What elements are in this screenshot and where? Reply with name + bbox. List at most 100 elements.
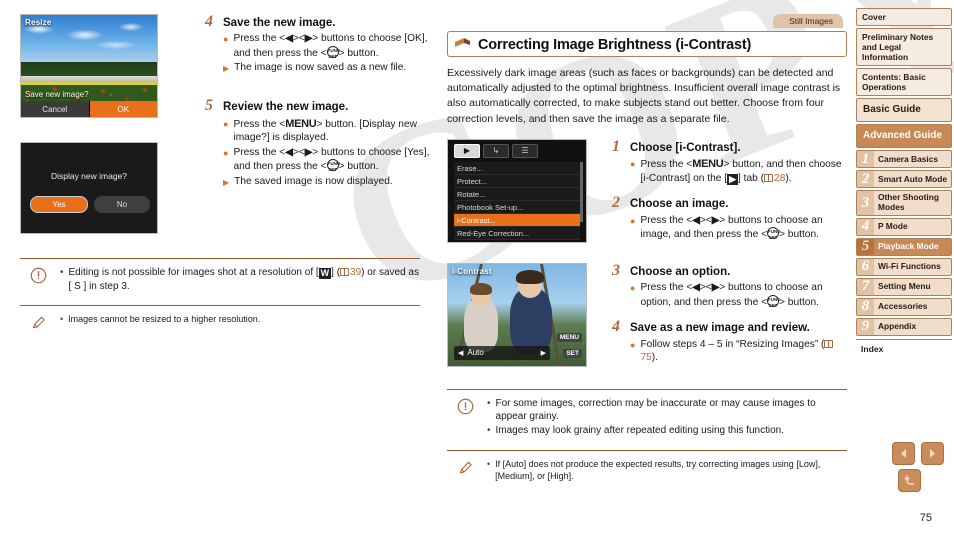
- sidebar-chapter-other-shooting-modes[interactable]: 3 Other Shooting Modes: [856, 190, 952, 216]
- lcd-yes-button[interactable]: Yes: [30, 196, 88, 213]
- sidebar-chapter-p-mode[interactable]: 4 P Mode: [856, 217, 952, 236]
- bullet-dot-icon: ●: [630, 159, 636, 170]
- step-bullet: ● Follow steps 4 – 5 in “Resizing Images…: [630, 338, 847, 365]
- next-page-button[interactable]: [921, 442, 944, 465]
- exclamation-icon: [30, 266, 50, 293]
- sidebar-chapter-camera-basics[interactable]: 1 Camera Basics: [856, 150, 952, 169]
- page-ref-icon: [764, 173, 774, 182]
- step-number: 4: [612, 318, 620, 336]
- menu-item-list: Erase... Protect... Rotate... Photobook …: [454, 161, 580, 240]
- bullet-text: Follow steps 4 – 5 in “Resizing Images” …: [640, 338, 847, 365]
- step-title: Save as a new image and review.: [630, 322, 810, 335]
- step-number: 4: [205, 13, 213, 30]
- lcd-cancel-button[interactable]: Cancel: [21, 101, 90, 117]
- page-ref[interactable]: 39: [350, 267, 361, 278]
- sidebar-chapter-setting-menu[interactable]: 7 Setting Menu: [856, 277, 952, 296]
- menu-tab-playback[interactable]: ▶: [454, 143, 480, 158]
- step-bullet: ● Press the <MENU> button, and then choo…: [630, 157, 847, 185]
- chapter-label: Playback Mode: [878, 240, 939, 251]
- chapter-label: Accessories: [878, 300, 928, 311]
- bullet-dot-icon: ●: [223, 34, 229, 45]
- note-text: For some images, correction may be inacc…: [495, 397, 816, 423]
- step-bullet: ▶ The image is now saved as a new file.: [223, 61, 435, 76]
- chapter-number: 5: [857, 238, 874, 255]
- photo-child-left: [464, 297, 498, 352]
- chapter-number: 2: [857, 171, 874, 188]
- chapter-number: 9: [857, 318, 874, 335]
- sidebar-item-contents[interactable]: Contents: Basic Operations: [856, 68, 952, 97]
- page-title: Correcting Image Brightness (i-Contrast): [478, 37, 752, 53]
- note-line: • If [Auto] does not produce the expecte…: [487, 458, 847, 483]
- note-line: • Images cannot be resized to a higher r…: [60, 313, 420, 326]
- bullet-text: Press the <MENU> button. [Display new im…: [233, 117, 417, 144]
- menu-item-photobook-setup[interactable]: Photobook Set-up...: [454, 200, 580, 214]
- sidebar-chapter-appendix[interactable]: 9 Appendix: [856, 317, 952, 336]
- sidebar-item-basic-guide[interactable]: Basic Guide: [856, 98, 952, 123]
- lcd-button-row: Cancel OK: [21, 101, 157, 117]
- bullet-dot-icon: ●: [630, 339, 636, 350]
- note-line: • Images may look grainy after repeated …: [487, 424, 847, 438]
- pencil-icon: [30, 313, 50, 336]
- bullet-text: Press the <◀><▶> buttons to choose an im…: [640, 214, 823, 241]
- lcd-option-value: Auto: [467, 348, 484, 358]
- step-bullet: ● Press the <◀><▶> buttons to choose an …: [630, 214, 847, 242]
- page-ref[interactable]: 75: [640, 352, 651, 363]
- step-5: 5 Review the new image. ● Press the <MEN…: [205, 98, 435, 189]
- bullet-text: Press the <◀><▶> buttons to choose [OK],…: [233, 33, 428, 59]
- back-button[interactable]: [897, 469, 921, 492]
- caution-note: • Editing is not possible for images sho…: [20, 259, 420, 299]
- menu-item-rotate[interactable]: Rotate...: [454, 187, 580, 201]
- menu-item-i-contrast[interactable]: i-Contrast...: [454, 213, 580, 227]
- step-4: 4 Save the new image. ● Press the <◀><▶>…: [205, 14, 435, 76]
- bullet-dot-icon: ●: [630, 283, 636, 294]
- bullet-text: Press the <◀><▶> buttons to choose [Yes]…: [233, 146, 430, 173]
- func-set-icon: FUNC SET: [326, 45, 341, 59]
- right-steps-1: 1 Choose [i-Contrast]. ● Press the <MENU…: [612, 138, 847, 248]
- lcd-set-hint: SET: [563, 348, 582, 358]
- page-navigation: [874, 442, 944, 492]
- page-ref-icon: [824, 339, 834, 348]
- right-block-1: ▶ ↳ ☰ Erase... Protect... Rotate... Phot…: [447, 138, 847, 259]
- lcd-no-button[interactable]: No: [94, 196, 150, 213]
- bullet-text: The image is now saved as a new file.: [234, 62, 407, 74]
- page-ref[interactable]: 28: [774, 173, 785, 184]
- section-intro-text: Excessively dark image areas (such as fa…: [447, 67, 841, 125]
- left-arrow-icon[interactable]: ◀: [454, 349, 467, 357]
- bullet-triangle-icon: ▶: [223, 177, 230, 187]
- menu-item-red-eye-correction[interactable]: Red-Eye Correction...: [454, 226, 580, 240]
- exclamation-icon: [457, 397, 477, 438]
- sidebar-item-advanced-guide[interactable]: Advanced Guide: [856, 124, 952, 149]
- step-bullet: ▶ The saved image is now displayed.: [223, 175, 435, 190]
- still-images-tag: Still Images: [773, 14, 843, 28]
- lcd-ok-button[interactable]: OK: [89, 101, 157, 117]
- sidebar-chapter-smart-auto-mode[interactable]: 2 Smart Auto Mode: [856, 170, 952, 189]
- sidebar-chapter-playback-mode[interactable]: 5 Playback Mode: [856, 237, 952, 256]
- screenshot-i-contrast: i-Contrast ◀ Auto ▶ MENU SET: [447, 262, 587, 367]
- func-set-icon: FUNC SET: [767, 294, 781, 308]
- chapter-label: Other Shooting Modes: [878, 192, 939, 213]
- sidebar-chapter-wifi-functions[interactable]: 6 Wi-Fi Functions: [856, 257, 952, 276]
- lcd-menu-hint: MENU: [556, 332, 582, 342]
- step-number: 5: [205, 97, 213, 115]
- menu-item-protect[interactable]: Protect...: [454, 174, 580, 188]
- menu-tab-print[interactable]: ↳: [483, 143, 509, 158]
- sidebar-item-preliminary-notes[interactable]: Preliminary Notes and Legal Information: [856, 28, 952, 67]
- lcd-option-selector[interactable]: ◀ Auto ▶: [454, 345, 550, 360]
- sidebar-item-index[interactable]: Index: [856, 338, 952, 357]
- chapter-number: 1: [857, 151, 874, 168]
- tip-note: • Images cannot be resized to a higher r…: [20, 306, 420, 342]
- previous-page-button[interactable]: [892, 442, 915, 465]
- bullet-triangle-icon: ▶: [223, 64, 230, 74]
- menu-scrollbar[interactable]: [580, 161, 583, 222]
- sidebar-chapter-accessories[interactable]: 8 Accessories: [856, 297, 952, 316]
- photo-child-hair: [516, 269, 544, 284]
- note-line: • For some images, correction may be ina…: [487, 397, 847, 424]
- menu-tab-settings[interactable]: ☰: [512, 143, 538, 158]
- right-arrow-icon[interactable]: ▶: [537, 349, 550, 357]
- bullet-text: Press the <MENU> button, and then choose…: [640, 158, 842, 185]
- menu-item-erase[interactable]: Erase...: [454, 161, 580, 175]
- step-title: Save the new image.: [223, 17, 336, 29]
- sidebar-item-cover[interactable]: Cover: [856, 8, 952, 27]
- step-title: Review the new image.: [223, 101, 349, 114]
- note-bullet-icon: •: [487, 397, 491, 409]
